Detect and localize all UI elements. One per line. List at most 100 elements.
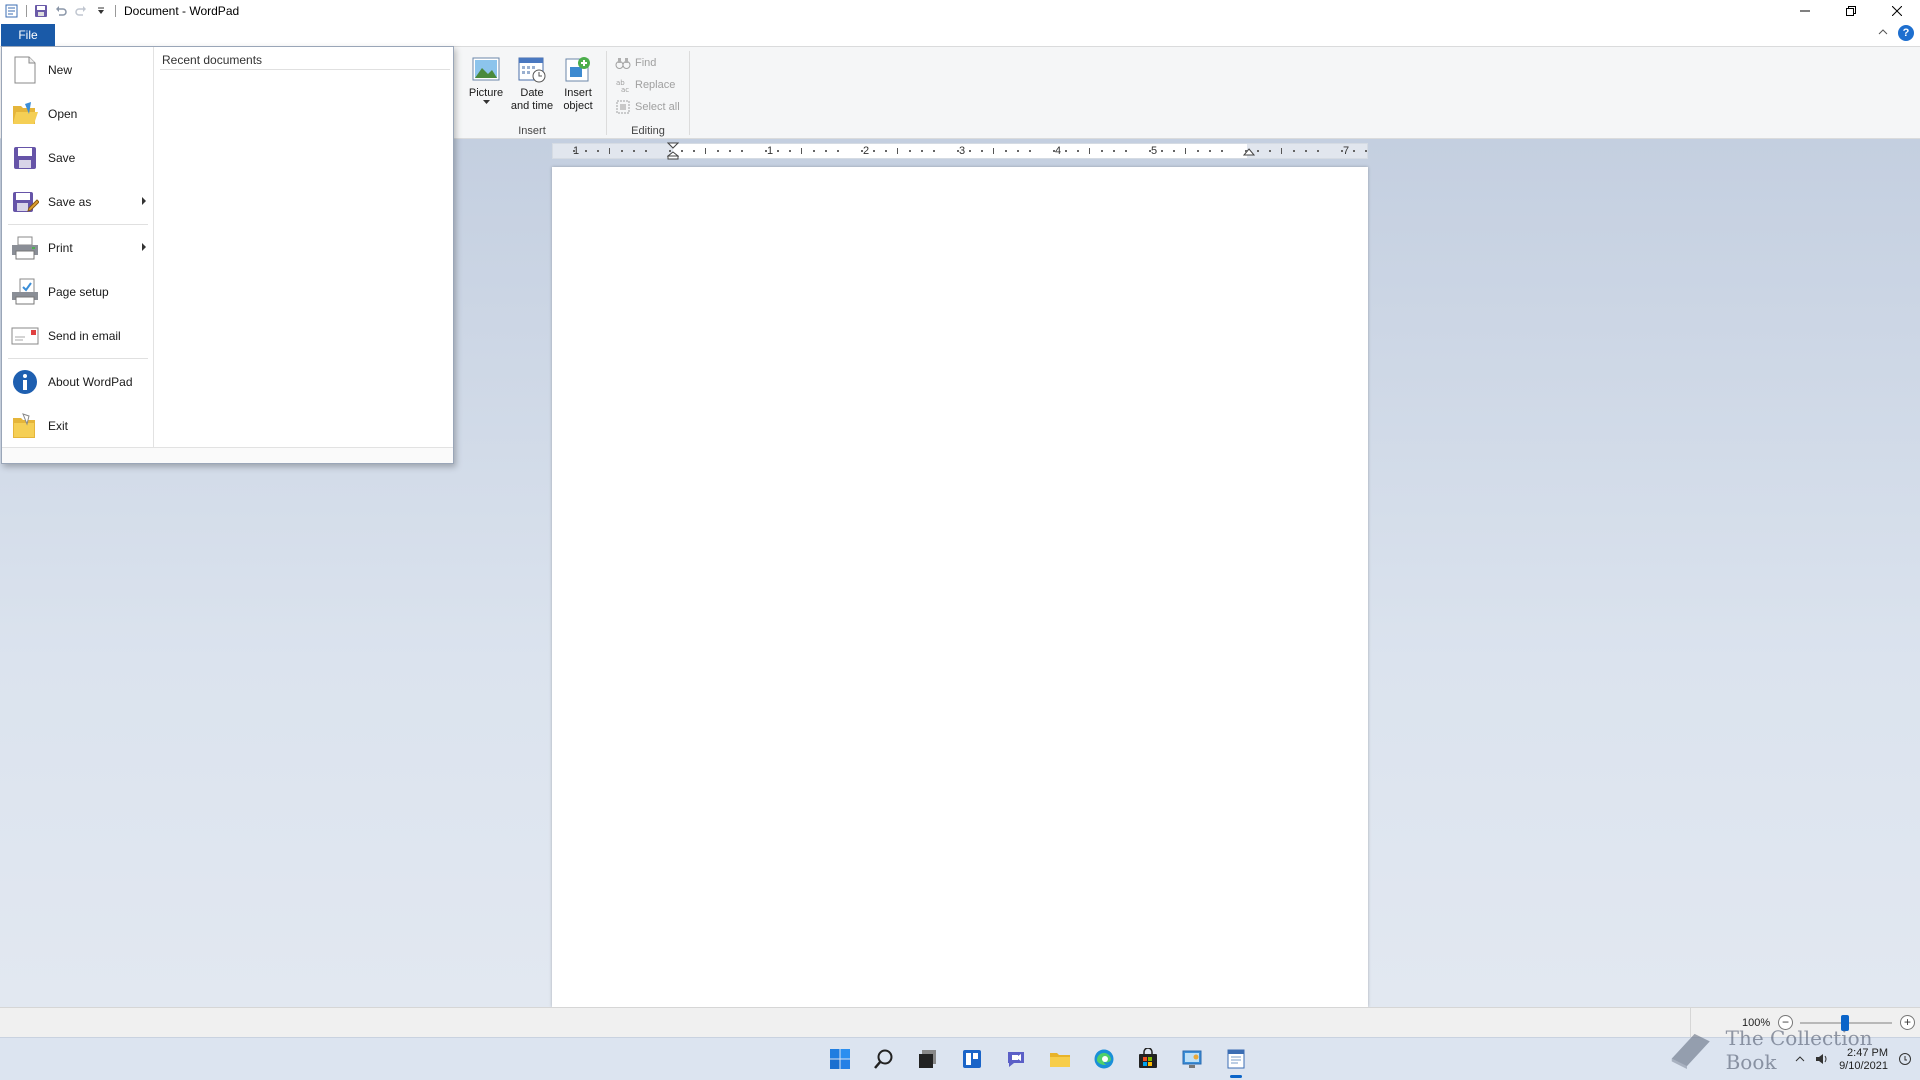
minimize-button[interactable] [1782, 0, 1828, 22]
help-icon[interactable]: ? [1898, 25, 1914, 41]
store-icon[interactable] [1132, 1043, 1164, 1075]
ruler-dot [825, 150, 827, 152]
menu-item-about[interactable]: About WordPad [2, 362, 154, 402]
title-bar: Document - WordPad [0, 0, 1920, 22]
menu-item-page-setup[interactable]: Page setup [2, 272, 154, 312]
menu-item-label: Save [48, 151, 76, 165]
customize-qat-icon[interactable] [91, 1, 111, 21]
menu-item-save[interactable]: Save [2, 138, 154, 178]
replace-button[interactable]: ab ac Replace [615, 75, 675, 95]
restore-button[interactable] [1828, 0, 1874, 22]
info-icon [10, 367, 40, 397]
ruler-tick [1089, 148, 1090, 154]
window-title: Document - WordPad [124, 4, 240, 18]
ruler-tick [705, 148, 706, 154]
ribbon-right-controls: ? [1878, 25, 1914, 41]
menu-item-label: Page setup [48, 285, 109, 299]
wordpad-app-icon[interactable] [2, 1, 22, 21]
submenu-arrow-icon [142, 243, 146, 251]
ruler-dot [645, 150, 647, 152]
ruler-dot [1293, 150, 1295, 152]
ruler-dot [1029, 150, 1031, 152]
ruler-left-margin [553, 144, 673, 158]
ruler-tick [993, 148, 994, 154]
ruler-label: 5 [1151, 145, 1158, 157]
ruler-dot [1161, 150, 1163, 152]
qat-separator [26, 5, 27, 17]
control-panel-icon[interactable] [1176, 1043, 1208, 1075]
file-explorer-icon[interactable] [1044, 1043, 1076, 1075]
ruler-dot [1017, 150, 1019, 152]
ruler-dot [1005, 150, 1007, 152]
ruler-dot [1053, 150, 1055, 152]
file-tab[interactable]: File [1, 24, 55, 46]
undo-icon[interactable] [51, 1, 71, 21]
search-icon[interactable] [868, 1043, 900, 1075]
ruler-dot [717, 150, 719, 152]
ruler-dot [1125, 150, 1127, 152]
insert-group: Picture Date and time Insert object Inse… [458, 47, 606, 139]
select-all-button[interactable]: Select all [615, 97, 680, 117]
save-icon [10, 143, 40, 173]
menu-separator [8, 358, 148, 359]
ruler-dot [573, 150, 575, 152]
ruler-dot [1209, 150, 1211, 152]
ruler-tick [609, 148, 610, 154]
menu-item-print[interactable]: Print [2, 228, 154, 268]
insert-group-label: Insert [518, 125, 546, 137]
redo-icon[interactable] [71, 1, 91, 21]
ruler-dot [1077, 150, 1079, 152]
binoculars-icon [615, 58, 631, 69]
widgets-icon[interactable] [956, 1043, 988, 1075]
minimize-ribbon-icon[interactable] [1878, 26, 1888, 40]
watermark-text: The Collection Book [1725, 1026, 1873, 1074]
document-page[interactable] [552, 167, 1368, 1007]
quick-access-toolbar [0, 0, 120, 22]
ruler-tick [897, 148, 898, 154]
ruler-tick [1185, 148, 1186, 154]
windows-start-icon[interactable] [824, 1043, 856, 1075]
menu-item-new[interactable]: New [2, 50, 154, 90]
task-view-icon[interactable] [912, 1043, 944, 1075]
find-button[interactable]: Find [615, 53, 656, 73]
insert-object-button[interactable]: Insert object [556, 53, 600, 113]
wordpad-icon[interactable] [1220, 1043, 1252, 1078]
ruler-tick [1281, 148, 1282, 154]
ruler-dot [1245, 150, 1247, 152]
menu-item-save-as[interactable]: Save as [2, 182, 154, 222]
ruler-dot [1317, 150, 1319, 152]
menu-item-exit[interactable]: Exit [2, 406, 154, 446]
ruler-dot [729, 150, 731, 152]
close-button[interactable] [1874, 0, 1920, 22]
file-menu: New Open Save Save as Print Page setup S… [1, 46, 454, 464]
taskbar: 2:47 PM 9/10/2021 [0, 1037, 1920, 1080]
ruler-dot [777, 150, 779, 152]
ruler-dot [669, 150, 671, 152]
ruler-dot [693, 150, 695, 152]
ruler-label: 1 [767, 145, 774, 157]
menu-item-label: Open [48, 107, 78, 121]
horizontal-ruler[interactable]: 1 1 2 3 4 5 7 [552, 142, 1368, 160]
chat-icon[interactable] [1000, 1043, 1032, 1075]
ruler-dot [1221, 150, 1223, 152]
watermark: The Collection Book [1666, 1026, 1920, 1074]
ruler-dot [597, 150, 599, 152]
quick-save-icon[interactable] [31, 1, 51, 21]
ruler-dot [957, 150, 959, 152]
insert-object-icon [565, 57, 590, 82]
book-icon [1671, 1033, 1710, 1070]
ruler-dot [789, 150, 791, 152]
insert-date-time-button[interactable]: Date and time [510, 53, 554, 113]
ruler-dot [1257, 150, 1259, 152]
menu-item-send-email[interactable]: Send in email [2, 316, 154, 356]
ruler-label: 2 [863, 145, 870, 157]
calendar-clock-icon [518, 57, 546, 83]
ribbon-tab-strip [0, 24, 1920, 46]
ruler-dot [1365, 150, 1367, 152]
edge-icon[interactable] [1088, 1043, 1120, 1075]
ruler-dot [1197, 150, 1199, 152]
insert-picture-button[interactable]: Picture [464, 53, 508, 105]
save-as-icon [10, 187, 40, 217]
menu-separator [8, 224, 148, 225]
menu-item-open[interactable]: Open [2, 94, 154, 134]
